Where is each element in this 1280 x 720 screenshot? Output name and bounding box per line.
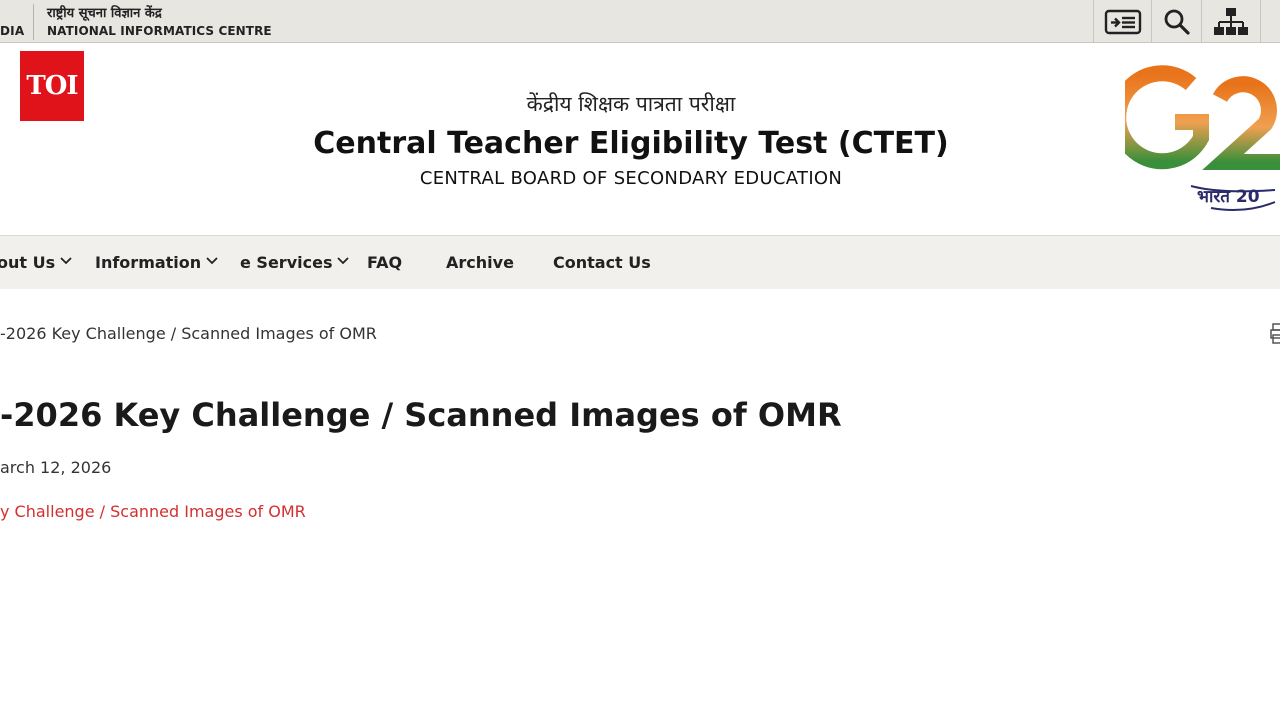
breadcrumb: -2026 Key Challenge / Scanned Images of … <box>0 324 377 343</box>
nav-item-contact-us[interactable]: Contact Us <box>553 253 651 272</box>
nav-label: out Us <box>0 253 56 272</box>
country-label: DIA <box>0 24 25 38</box>
site-subtitle: CENTRAL BOARD OF SECONDARY EDUCATION <box>419 168 843 189</box>
nav-label: FAQ <box>367 253 403 272</box>
nav-item-about-us[interactable]: out Us <box>0 253 72 272</box>
nav-item-faq[interactable]: FAQ <box>367 253 402 272</box>
nav-label: e Services <box>240 253 333 272</box>
search-icon[interactable] <box>1151 0 1201 43</box>
nav-label: Information <box>95 253 202 272</box>
topbar-divider <box>33 4 34 40</box>
sitemap-icon[interactable] <box>1201 0 1261 43</box>
chevron-down-icon <box>337 257 350 265</box>
chevron-down-icon <box>206 257 218 265</box>
publish-date: arch 12, 2026 <box>0 458 112 477</box>
nav-item-e-services[interactable]: e Services <box>240 253 350 272</box>
key-challenge-link[interactable]: y Challenge / Scanned Images of OMR <box>0 502 306 521</box>
nav-item-information[interactable]: Information <box>95 253 218 272</box>
nav-item-archive[interactable]: Archive <box>446 253 514 272</box>
page-title: -2026 Key Challenge / Scanned Images of … <box>0 396 842 434</box>
nic-english-label: NATIONAL INFORMATICS CENTRE <box>47 24 272 38</box>
topbar-icon-group <box>1093 0 1261 43</box>
g20-logo: भारत 20 <box>1125 62 1280 217</box>
nav-label: Contact Us <box>553 253 651 272</box>
government-topbar: DIA राष्ट्रीय सूचना विज्ञान केंद्र NATIO… <box>0 0 1280 43</box>
print-icon[interactable] <box>1270 323 1280 349</box>
skip-to-content-icon[interactable] <box>1093 0 1151 43</box>
chevron-down-icon <box>60 257 72 265</box>
site-title-hindi: केंद्रीय शिक्षक पात्रता परीक्षा <box>526 92 736 116</box>
main-navigation: out Us Information e Services FAQ Archiv… <box>0 235 1280 289</box>
nic-hindi-label: राष्ट्रीय सूचना विज्ञान केंद्र <box>47 6 162 21</box>
site-title[interactable]: Central Teacher Eligibility Test (CTET) <box>0 126 1262 161</box>
nav-label: Archive <box>446 253 514 272</box>
